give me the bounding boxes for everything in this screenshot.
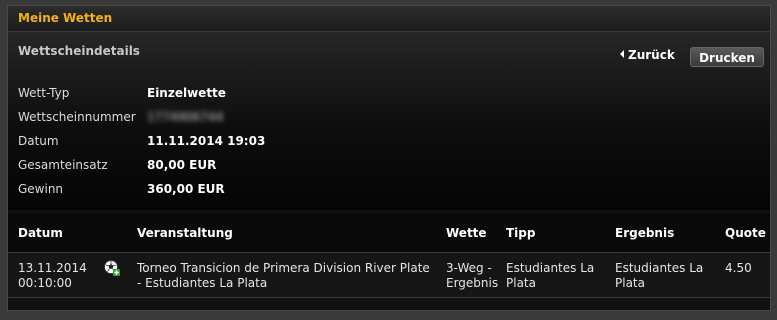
column-header-ergebnis: Ergebnis xyxy=(615,226,675,240)
detail-label: Wett-Typ xyxy=(18,86,70,100)
cell-tipp: Estudiantes La Plata xyxy=(506,261,594,291)
detail-value: 11.11.2014 19:03 xyxy=(147,134,266,148)
table-header: Datum Veranstaltung Wette Tipp Ergebnis … xyxy=(8,213,770,253)
column-header-tipp: Tipp xyxy=(506,226,536,240)
detail-label: Gesamteinsatz xyxy=(18,158,108,172)
cell-ergebnis: Estudiantes La Plata xyxy=(615,261,703,291)
detail-label: Wettscheinnummer xyxy=(18,110,136,124)
bets-panel: Meine Wetten Wettscheindetails Zurück Dr… xyxy=(7,5,771,311)
detail-value: 360,00 EUR xyxy=(147,182,225,196)
cell-quote: 4.50 xyxy=(725,261,752,275)
column-header-datum: Datum xyxy=(18,226,63,240)
section-title: Wettscheindetails xyxy=(18,44,140,58)
event-name-line2: - Estudiantes La Plata xyxy=(137,276,268,290)
detail-label: Gewinn xyxy=(18,182,64,196)
bet-slip-details: Wettscheindetails Zurück Drucken Wett-Ty… xyxy=(8,32,770,210)
result-line1: Estudiantes La xyxy=(615,261,704,275)
tip-line1: Estudiantes La xyxy=(506,261,595,275)
cell-wette: 3-Weg - Ergebnis xyxy=(446,261,498,291)
event-name-line1: Torneo Transicion de Primera Division Ri… xyxy=(137,261,430,275)
detail-value: Einzelwette xyxy=(147,86,226,100)
panel-title: Meine Wetten xyxy=(18,11,113,25)
back-link[interactable]: Zurück xyxy=(620,48,675,62)
column-header-quote: Quote xyxy=(725,226,766,240)
market-line1: 3-Weg - xyxy=(446,261,492,275)
detail-value: 80,00 EUR xyxy=(147,158,217,172)
cell-datum-date: 13.11.2014 xyxy=(18,261,87,275)
tip-line2: Plata xyxy=(506,276,536,290)
table-row: 13.11.2014 00:10:00 Torneo Transicion de… xyxy=(8,253,770,298)
detail-label: Datum xyxy=(18,134,59,148)
print-button[interactable]: Drucken xyxy=(690,47,764,67)
cell-veranstaltung[interactable]: Torneo Transicion de Primera Division Ri… xyxy=(137,261,430,291)
column-header-veranstaltung: Veranstaltung xyxy=(137,226,233,240)
back-label: Zurück xyxy=(628,48,675,62)
cell-datum: 13.11.2014 00:10:00 xyxy=(18,261,87,291)
market-line2: Ergebnis xyxy=(446,276,499,290)
football-icon xyxy=(104,260,120,276)
result-line2: Plata xyxy=(615,276,645,290)
column-header-wette: Wette xyxy=(446,226,487,240)
detail-value-redacted: 1774906744 xyxy=(147,110,224,124)
chevron-left-icon xyxy=(620,50,624,58)
panel-title-bar: Meine Wetten xyxy=(8,6,770,32)
cell-datum-time: 00:10:00 xyxy=(18,276,72,290)
